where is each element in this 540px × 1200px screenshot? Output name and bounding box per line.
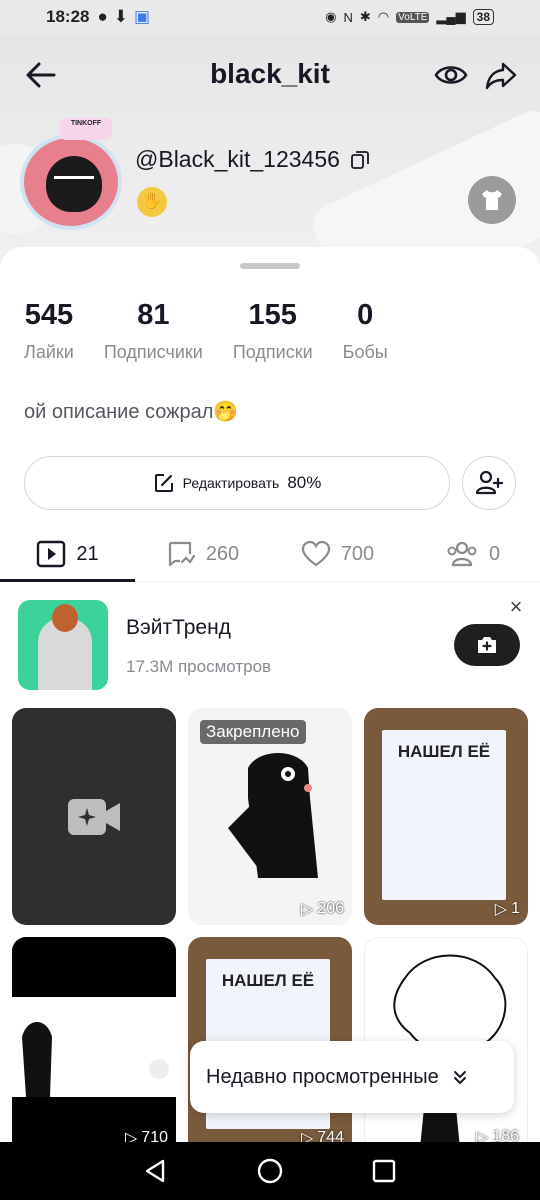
new-video-tile[interactable]: [12, 708, 176, 925]
emoji-badge-icon[interactable]: ✋: [137, 187, 167, 217]
video-camera-icon: [68, 798, 120, 835]
home-circle-icon[interactable]: [256, 1157, 284, 1185]
back-arrow-icon[interactable]: [24, 58, 58, 92]
tinkoff-badge: TINKOFF: [60, 118, 112, 140]
outfit-button[interactable]: [468, 176, 516, 224]
play-icon: ▷: [494, 901, 508, 918]
pinned-badge: Закреплено: [200, 720, 306, 744]
share-icon[interactable]: [484, 58, 518, 92]
system-nav-bar: [0, 1142, 540, 1200]
copy-icon[interactable]: [350, 150, 370, 170]
profile-bio: ой описание сожрал🤭: [24, 401, 239, 423]
status-bar: 18:28 ● ⬇ ▣ ◉ N ✱ ◠ VoLTE ▂▄▆ 38: [0, 0, 540, 34]
content-tabs: 21 260 700 0: [0, 525, 540, 583]
tab-friends[interactable]: 0: [405, 525, 540, 583]
top-bar: black_kit: [0, 52, 540, 96]
recents-square-icon[interactable]: [371, 1158, 397, 1184]
back-triangle-icon[interactable]: [143, 1158, 169, 1184]
tab-liked[interactable]: 700: [270, 525, 405, 583]
trend-record-button[interactable]: [454, 624, 520, 666]
double-chevron-down-icon: [453, 1071, 466, 1085]
friends-icon: [447, 541, 477, 567]
avatar[interactable]: TINKOFF: [12, 118, 132, 230]
recently-viewed-label: Недавно просмотренные: [206, 1065, 439, 1088]
trend-title: ВэйтТренд: [126, 616, 231, 639]
profile-views-icon[interactable]: [434, 58, 468, 92]
edit-icon: [154, 474, 173, 492]
status-time: 18:28: [46, 7, 90, 26]
edit-profile-label: Редактировать: [182, 475, 280, 491]
avatar-image: [20, 134, 122, 230]
stat-likes[interactable]: 545 Лайки: [24, 299, 74, 363]
play-icon: ▷: [300, 901, 314, 918]
trend-banner[interactable]: ВэйтТренд 17.3M просмотров ×: [18, 596, 528, 690]
download-icon: ⬇: [113, 7, 129, 26]
profile-completion-percent: 80%: [287, 473, 322, 492]
video-tile[interactable]: Закреплено ▷ 206: [188, 708, 352, 925]
battery-indicator: 38: [472, 9, 494, 25]
recently-viewed-button[interactable]: Недавно просмотренные: [190, 1041, 514, 1113]
camera-plus-icon: [478, 637, 496, 653]
sheet-handle[interactable]: [240, 263, 300, 269]
stat-followers[interactable]: 81 Подписчики: [104, 299, 203, 363]
username: @Black_kit_123456: [135, 146, 370, 173]
bluetooth-icon: ✱: [359, 9, 371, 24]
video-views: ▷ 206: [300, 900, 344, 918]
repost-icon: [168, 541, 195, 567]
edit-profile-button[interactable]: Редактировать 80%: [24, 456, 450, 510]
video-thumbnail: [12, 997, 176, 1097]
active-tab-indicator: [0, 579, 135, 582]
video-icon: [37, 540, 66, 568]
tab-friends-count: 0: [488, 542, 501, 565]
signal-icon: ▂▄▆: [436, 9, 466, 24]
tab-reposts-count: 260: [205, 542, 240, 565]
nfc-icon: N: [343, 9, 353, 25]
tab-videos[interactable]: 21: [0, 525, 135, 583]
trend-thumbnail: [18, 600, 108, 690]
close-icon[interactable]: ×: [504, 596, 528, 620]
wifi-icon: ◠: [377, 9, 390, 24]
add-friend-button[interactable]: [462, 456, 516, 510]
add-user-icon: [475, 470, 504, 495]
app-notification-icon: ▣: [134, 7, 151, 26]
heart-icon: [301, 540, 330, 567]
tshirt-icon: [482, 190, 502, 210]
stats-row: 545 Лайки 81 Подписчики 155 Подписки 0 Б…: [24, 299, 418, 363]
tab-liked-count: 700: [340, 542, 375, 565]
video-tile[interactable]: ▷ 710: [12, 937, 176, 1154]
tab-videos-count: 21: [76, 542, 99, 565]
username-text: @Black_kit_123456: [135, 146, 340, 172]
stat-following[interactable]: 155 Подписки: [233, 299, 313, 363]
volte-badge: VoLTE: [396, 11, 430, 23]
trend-views: 17.3M просмотров: [126, 657, 272, 676]
chat-notification-icon: ●: [97, 7, 108, 26]
eye-status-icon: ◉: [325, 9, 337, 24]
video-thumbnail: НАШЕЛ ЕЁ: [382, 730, 506, 900]
video-tile[interactable]: НАШЕЛ ЕЁ ▷ 1: [364, 708, 528, 925]
stat-beans[interactable]: 0 Бобы: [343, 299, 388, 363]
tab-reposts[interactable]: 260: [135, 525, 270, 583]
video-views: ▷ 1: [494, 900, 520, 918]
